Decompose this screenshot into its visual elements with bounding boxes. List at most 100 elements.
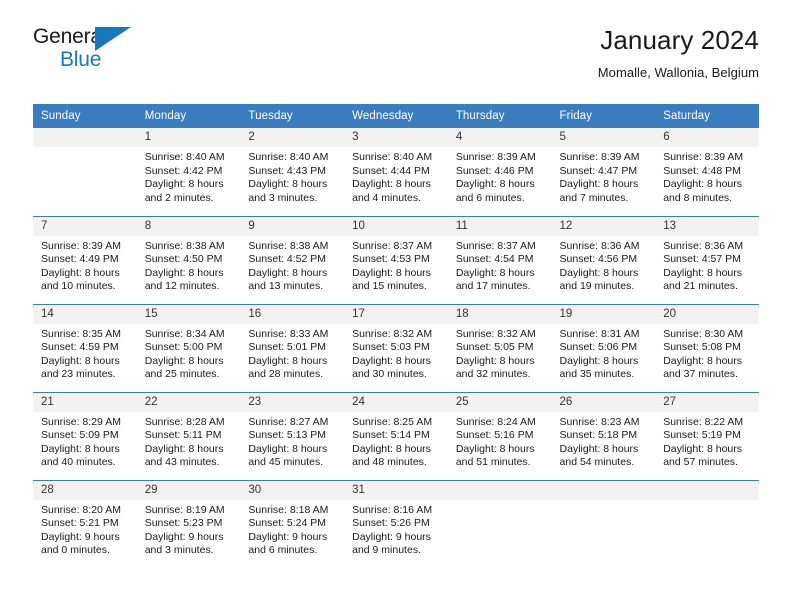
day-sunset-text: Sunset: 5:16 PM <box>455 429 534 442</box>
calendar-day-cell[interactable]: 13 Sunrise: 8:36 AM Sunset: 4:57 PM Dayligh… <box>655 215 759 304</box>
calendar-day-cell[interactable]: 30 Sunrise: 8:18 AM Sunset: 5:24 PM Dayligh… <box>240 479 345 568</box>
calendar-day-cell[interactable]: 14 Sunrise: 8:35 AM Sunset: 4:59 PM Dayligh… <box>33 303 137 392</box>
day-details: Sunrise: 8:29 AM Sunset: 5:09 PM Daylight:… <box>33 412 137 470</box>
day-details: Sunrise: 8:37 AM Sunset: 4:54 PM Daylight:… <box>448 236 552 294</box>
day-number: 23 <box>240 392 345 412</box>
page-header: General Blue January 2024 Momalle, Wallo… <box>0 0 792 104</box>
day-number: 24 <box>344 392 448 412</box>
calendar-day-cell[interactable]: 23 Sunrise: 8:27 AM Sunset: 5:13 PM Dayligh… <box>240 391 345 480</box>
calendar-day-cell[interactable]: 15 Sunrise: 8:34 AM Sunset: 5:00 PM Dayligh… <box>136 303 241 392</box>
calendar-day-cell[interactable]: 17 Sunrise: 8:32 AM Sunset: 5:03 PM Dayligh… <box>344 303 448 392</box>
day-sunrise-text: Sunrise: 8:16 AM <box>352 503 433 516</box>
day-number: 17 <box>344 304 448 324</box>
calendar-day-cell[interactable]: 11 Sunrise: 8:37 AM Sunset: 4:54 PM Dayligh… <box>447 215 552 304</box>
day-sunset-text: Sunset: 4:52 PM <box>248 253 327 266</box>
calendar-day-cell[interactable]: 3 Sunrise: 8:40 AM Sunset: 4:44 PM Daylight… <box>344 128 448 216</box>
day-daylight-1-text: Daylight: 8 hours <box>41 354 120 367</box>
calendar-day-cell[interactable]: 4 Sunrise: 8:39 AM Sunset: 4:46 PM Daylight… <box>447 128 552 216</box>
day-number: 31 <box>344 480 448 500</box>
day-sunrise-text: Sunrise: 8:39 AM <box>559 151 640 163</box>
calendar-day-cell[interactable]: 9 Sunrise: 8:38 AM Sunset: 4:52 PM Daylight… <box>240 215 345 304</box>
calendar-day-cell[interactable]: 22 Sunrise: 8:28 AM Sunset: 5:11 PM Dayligh… <box>136 391 241 480</box>
day-daylight-1-text: Daylight: 8 hours <box>352 266 431 279</box>
day-number: 27 <box>655 392 759 412</box>
day-sunset-text: Sunset: 5:09 PM <box>41 429 119 442</box>
day-sunset-text: Sunset: 4:42 PM <box>144 164 223 177</box>
day-daylight-2-text: and 6 minutes. <box>248 544 318 557</box>
day-daylight-1-text: Daylight: 8 hours <box>663 266 743 279</box>
day-sunrise-text: Sunrise: 8:39 AM <box>663 151 744 163</box>
calendar-day-cell[interactable]: 25 Sunrise: 8:24 AM Sunset: 5:16 PM Dayligh… <box>447 391 552 480</box>
day-details: Sunrise: 8:35 AM Sunset: 4:59 PM Daylight:… <box>33 324 137 382</box>
day-details: Sunrise: 8:40 AM Sunset: 4:43 PM Daylight:… <box>240 147 344 205</box>
day-details: Sunrise: 8:36 AM Sunset: 4:56 PM Daylight:… <box>552 236 656 294</box>
day-daylight-2-text: and 10 minutes. <box>41 280 116 293</box>
calendar-day-cell[interactable]: 27 Sunrise: 8:22 AM Sunset: 5:19 PM Dayligh… <box>655 391 759 480</box>
day-number <box>655 480 759 500</box>
day-daylight-1-text: Daylight: 8 hours <box>144 266 224 279</box>
day-sunrise-text: Sunrise: 8:32 AM <box>352 327 433 340</box>
day-sunset-text: Sunset: 5:11 PM <box>144 429 222 442</box>
day-sunrise-text: Sunrise: 8:25 AM <box>352 415 433 428</box>
calendar-day-cell[interactable]: 1 Sunrise: 8:40 AM Sunset: 4:42 PM Daylight… <box>136 128 241 216</box>
calendar-day-cell[interactable]: 10 Sunrise: 8:37 AM Sunset: 4:53 PM Dayligh… <box>344 215 448 304</box>
day-details: Sunrise: 8:37 AM Sunset: 4:53 PM Daylight:… <box>344 236 448 294</box>
day-sunset-text: Sunset: 4:44 PM <box>352 164 430 177</box>
day-sunset-text: Sunset: 4:46 PM <box>455 164 534 177</box>
calendar-day-cell[interactable]: 21 Sunrise: 8:29 AM Sunset: 5:09 PM Dayligh… <box>33 391 137 480</box>
day-details <box>448 500 552 504</box>
day-daylight-1-text: Daylight: 8 hours <box>559 178 639 191</box>
general-blue-logo[interactable]: General Blue <box>33 26 153 78</box>
title-block: January 2024 Momalle, Wallonia, Belgium <box>597 25 759 80</box>
day-sunset-text: Sunset: 5:23 PM <box>144 517 223 530</box>
day-daylight-2-text: and 6 minutes. <box>455 191 525 204</box>
day-daylight-2-text: and 21 minutes. <box>663 280 738 293</box>
page-title: January 2024 <box>600 25 759 55</box>
day-number: 28 <box>33 480 137 500</box>
day-daylight-2-text: and 9 minutes. <box>352 544 421 557</box>
day-details: Sunrise: 8:16 AM Sunset: 5:26 PM Daylight:… <box>344 500 448 558</box>
day-daylight-1-text: Daylight: 8 hours <box>663 178 743 191</box>
day-daylight-2-text: and 17 minutes. <box>455 280 531 293</box>
day-sunset-text: Sunset: 4:47 PM <box>559 164 638 177</box>
day-details: Sunrise: 8:24 AM Sunset: 5:16 PM Daylight:… <box>448 412 552 470</box>
calendar-day-cell[interactable]: 26 Sunrise: 8:23 AM Sunset: 5:18 PM Dayligh… <box>551 391 656 480</box>
calendar-day-cell[interactable]: 28 Sunrise: 8:20 AM Sunset: 5:21 PM Dayligh… <box>33 479 137 568</box>
day-daylight-1-text: Daylight: 8 hours <box>248 266 328 279</box>
day-daylight-2-text: and 4 minutes. <box>352 191 421 204</box>
calendar-day-cell[interactable]: 5 Sunrise: 8:39 AM Sunset: 4:47 PM Daylight… <box>551 128 656 216</box>
calendar-day-cell[interactable]: 18 Sunrise: 8:32 AM Sunset: 5:05 PM Dayligh… <box>447 303 552 392</box>
day-number: 26 <box>551 392 656 412</box>
day-number: 18 <box>447 304 552 324</box>
day-sunrise-text: Sunrise: 8:18 AM <box>248 503 329 516</box>
calendar-day-cell[interactable]: 20 Sunrise: 8:30 AM Sunset: 5:08 PM Dayligh… <box>655 303 759 392</box>
day-sunrise-text: Sunrise: 8:27 AM <box>248 415 329 428</box>
weekday-header-wednesday: Wednesday <box>344 104 448 128</box>
day-sunset-text: Sunset: 5:26 PM <box>352 517 430 530</box>
calendar-day-cell[interactable]: 24 Sunrise: 8:25 AM Sunset: 5:14 PM Dayligh… <box>344 391 448 480</box>
day-daylight-1-text: Daylight: 9 hours <box>144 530 224 543</box>
day-sunrise-text: Sunrise: 8:36 AM <box>663 239 744 252</box>
day-sunset-text: Sunset: 4:56 PM <box>559 253 638 266</box>
day-sunset-text: Sunset: 5:13 PM <box>248 429 327 442</box>
day-daylight-2-text: and 30 minutes. <box>352 368 427 381</box>
calendar-day-cell[interactable]: 16 Sunrise: 8:33 AM Sunset: 5:01 PM Dayligh… <box>240 303 345 392</box>
calendar-day-cell-empty <box>33 128 137 216</box>
calendar-day-cell[interactable]: 7 Sunrise: 8:39 AM Sunset: 4:49 PM Daylight… <box>33 215 137 304</box>
calendar-day-cell[interactable]: 6 Sunrise: 8:39 AM Sunset: 4:48 PM Daylight… <box>655 128 759 216</box>
calendar-day-cell[interactable]: 8 Sunrise: 8:38 AM Sunset: 4:50 PM Daylight… <box>136 215 241 304</box>
day-daylight-2-text: and 3 minutes. <box>248 191 318 204</box>
calendar-day-cell[interactable]: 19 Sunrise: 8:31 AM Sunset: 5:06 PM Dayligh… <box>551 303 656 392</box>
calendar-day-cell[interactable]: 31 Sunrise: 8:16 AM Sunset: 5:26 PM Dayligh… <box>344 479 448 568</box>
day-sunrise-text: Sunrise: 8:40 AM <box>144 151 225 163</box>
day-daylight-1-text: Daylight: 8 hours <box>144 354 224 367</box>
calendar-day-cell[interactable]: 2 Sunrise: 8:40 AM Sunset: 4:43 PM Daylight… <box>240 128 345 216</box>
day-number: 6 <box>655 128 759 147</box>
calendar-day-cell[interactable]: 29 Sunrise: 8:19 AM Sunset: 5:23 PM Dayligh… <box>136 479 241 568</box>
calendar-day-cell[interactable]: 12 Sunrise: 8:36 AM Sunset: 4:56 PM Dayligh… <box>551 215 656 304</box>
day-sunrise-text: Sunrise: 8:38 AM <box>248 239 329 252</box>
weekday-header-friday: Friday <box>551 104 656 128</box>
location-subtitle: Momalle, Wallonia, Belgium <box>597 64 759 80</box>
day-daylight-2-text: and 54 minutes. <box>559 456 635 469</box>
day-daylight-1-text: Daylight: 9 hours <box>248 530 328 543</box>
